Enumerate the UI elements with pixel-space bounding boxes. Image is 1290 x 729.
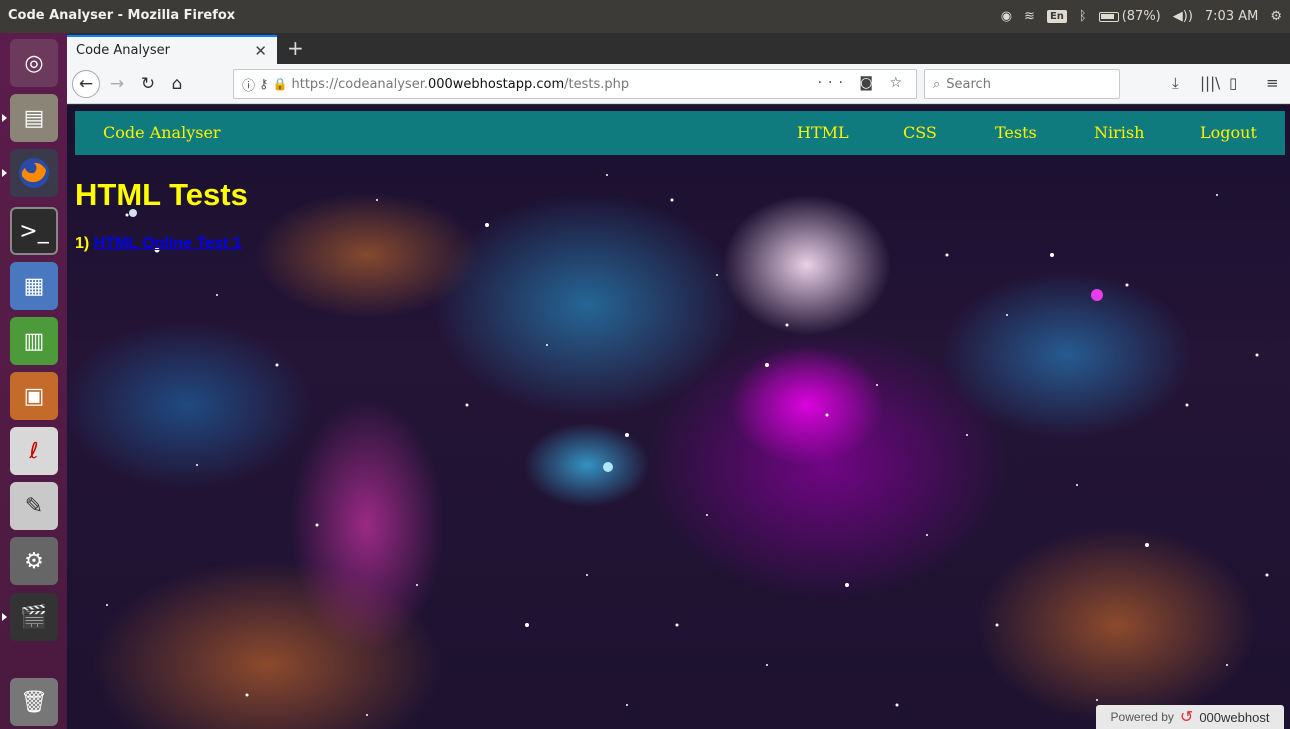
reload-icon[interactable]: ↻ [134,70,162,98]
key-icon: ⚷ [259,76,269,92]
bluetooth-icon[interactable]: ᛒ [1079,9,1087,24]
search-icon: ⌕ [933,76,941,92]
site-brand-link[interactable]: Code Analyser [103,123,221,142]
pdf-reader-icon[interactable]: ℓ [10,427,58,475]
clock[interactable]: 7:03 AM [1205,9,1258,24]
power-settings-icon[interactable]: ⚙ [1270,9,1282,24]
hamburger-menu-icon[interactable]: ≡ [1266,74,1279,92]
nebula-background [106,174,1269,716]
info-icon[interactable]: ⓘ [242,75,255,94]
host-brand-text: 000webhost [1199,709,1270,725]
site-navbar: Code Analyser HTML CSS Tests Nirish Logo… [75,111,1285,155]
ubuntu-logo-icon[interactable]: ◎ [10,39,58,87]
nav-link-html[interactable]: HTML [797,123,849,142]
new-tab-icon[interactable]: + [287,36,304,60]
battery-icon [1098,11,1119,22]
nav-link-user[interactable]: Nirish [1094,123,1144,142]
nav-link-logout[interactable]: Logout [1200,123,1257,142]
top-panel: Code Analyser - Mozilla Firefox ◉ ≋ En ᛒ… [0,0,1290,33]
search-placeholder: Search [946,76,991,92]
settings-icon[interactable]: ⚙ [10,537,58,585]
search-input[interactable]: ⌕ Search [924,69,1120,99]
clapperboard-icon[interactable]: 🎬 [2,593,58,641]
bookmark-star-icon[interactable]: ☆ [889,75,908,91]
document-icon[interactable]: ▦ [10,262,58,310]
back-arrow-icon[interactable]: ← [72,70,100,98]
tab-bar: Code Analyser ✕ + [67,33,1290,64]
firefox-window: Code Analyser ✕ + ← → ↻ ⌂ ⓘ ⚷ 🔒 https://… [67,33,1290,729]
system-tray: ◉ ≋ En ᛒ (87%) ◀)) 7:03 AM ⚙ [1001,0,1282,33]
trash-icon[interactable]: 🗑 [10,678,58,726]
spreadsheet-icon[interactable]: ▥ [10,317,58,365]
lock-icon: 🔒 [272,77,288,91]
url-text: https://codeanalyser.000webhostapp.com/t… [291,76,630,92]
battery-percent: (87%) [1121,9,1161,24]
library-icon[interactable]: |||\ [1200,74,1220,92]
page-actions-menu-icon[interactable]: ··· [818,75,849,91]
host-logo-icon: ↺ [1179,709,1194,726]
navigation-toolbar: ← → ↻ ⌂ ⓘ ⚷ 🔒 https://codeanalyser.000we… [67,64,1290,104]
unity-launcher: ◎ ▤ >_ ▦ ▥ ▣ ℓ ✎ ⚙ 🎬 🗑 [0,33,67,729]
downloads-icon[interactable]: ⤓ [1172,74,1179,92]
page-title: HTML Tests [75,177,248,212]
battery-indicator[interactable]: (87%) [1098,9,1161,24]
firefox-logo [19,158,49,188]
powered-by-badge[interactable]: Powered by ↺ 000webhost [1096,705,1284,729]
presentation-icon[interactable]: ▣ [10,372,58,420]
terminal-icon[interactable]: >_ [10,207,58,255]
powered-by-text: Powered by [1110,710,1174,724]
nav-link-css[interactable]: CSS [903,123,937,142]
forward-arrow-icon[interactable]: → [103,70,131,98]
firefox-icon[interactable] [2,149,58,197]
page-content: Code Analyser HTML CSS Tests Nirish Logo… [67,105,1290,729]
pocket-icon[interactable]: ◙ [859,75,879,91]
window-title: Code Analyser - Mozilla Firefox [8,8,236,23]
sidebar-icon[interactable]: ▯ [1229,74,1237,92]
chrome-indicator-icon[interactable]: ◉ [1001,9,1012,24]
tab-code-analyser[interactable]: Code Analyser ✕ [67,35,277,64]
home-icon[interactable]: ⌂ [163,70,191,98]
text-editor-icon[interactable]: ✎ [10,482,58,530]
volume-icon[interactable]: ◀)) [1173,9,1193,24]
keyboard-language-indicator[interactable]: En [1046,10,1067,23]
close-tab-icon[interactable]: ✕ [254,42,267,60]
nav-link-tests[interactable]: Tests [995,123,1037,142]
file-cabinet-icon[interactable]: ▤ [2,94,58,142]
page-actions: ··· ◙ ☆ [818,75,908,91]
tab-title: Code Analyser [76,43,170,58]
test-link[interactable]: HTML Online Test 1 [94,235,242,252]
url-bar[interactable]: ⓘ ⚷ 🔒 https://codeanalyser.000webhostapp… [233,69,917,99]
test-list-item: 1) HTML Online Test 1 [75,235,242,253]
test-number: 1) [75,235,90,252]
wifi-icon[interactable]: ≋ [1024,9,1035,24]
